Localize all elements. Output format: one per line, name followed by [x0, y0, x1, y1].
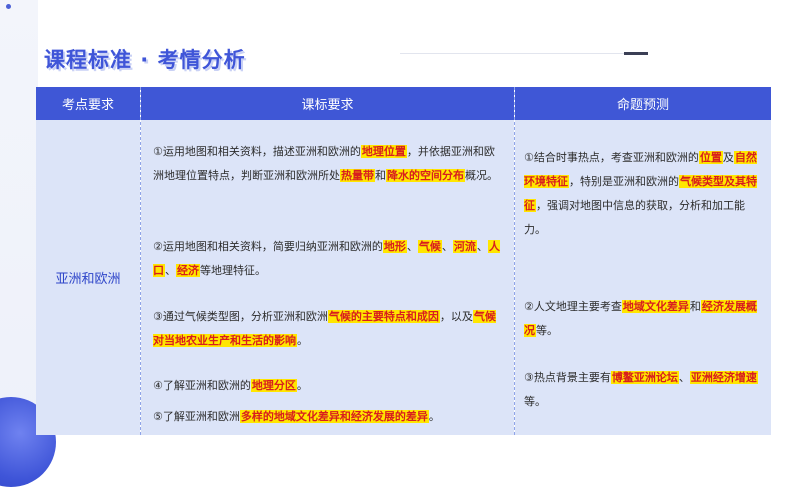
standard-2: ②运用地图和相关资料，简要归纳亚洲和欧洲的地形、气候、河流、人口、经济等地理特征… — [153, 235, 505, 283]
prediction-2-text: 和 — [689, 300, 701, 313]
curriculum-cell: ①运用地图和相关资料，描述亚洲和欧洲的地理位置，并依据亚洲和欧洲地理位置特点，判… — [141, 120, 514, 435]
region-label: 亚洲和欧洲 — [55, 272, 121, 287]
prediction-2-highlight: 地域文化差异 — [621, 300, 690, 313]
prediction-2-text: 等。 — [536, 324, 558, 337]
standard-1-highlight: 地理位置 — [360, 145, 407, 158]
region-cell: 亚洲和欧洲 — [36, 120, 140, 435]
header-prediction: 命题预测 — [515, 87, 771, 120]
standard-1-highlight: 热量带 — [340, 169, 375, 182]
standard-3-text: 。 — [297, 334, 308, 347]
standard-4: ④了解亚洲和欧洲的地理分区。 — [153, 374, 505, 398]
standard-2-highlight: 河流 — [452, 240, 477, 253]
standard-1-highlight: 降水的空间分布 — [386, 169, 465, 182]
prediction-3-highlight: 亚洲经济增速 — [689, 371, 758, 384]
prediction-1-highlight: 位置 — [698, 151, 723, 164]
header-curriculum-requirements: 课标要求 — [141, 87, 514, 120]
prediction-cell: ①结合时事热点，考查亚洲和欧洲的位置及自然环境特征，特别是亚洲和欧洲的气候类型及… — [515, 120, 771, 435]
standard-4-text: 。 — [296, 379, 308, 392]
prediction-3-highlight: 博鳌亚洲论坛 — [610, 371, 679, 384]
prediction-3-text: 等。 — [524, 395, 546, 408]
standard-2-text: 、 — [441, 240, 453, 253]
slide-title: 课程标准 · 考情分析 — [44, 48, 246, 72]
prediction-1-text: 及 — [722, 151, 734, 164]
standard-2-highlight: 经济 — [176, 264, 200, 277]
standard-5-text: ⑤了解亚洲和欧洲 — [153, 410, 240, 423]
standard-2-text: 等地理特征。 — [200, 264, 266, 277]
prediction-3-text: ③热点背景主要有 — [524, 371, 611, 384]
prediction-3: ③热点背景主要有博鳌亚洲论坛、亚洲经济增速等。 — [524, 366, 762, 414]
standard-2-text: 、 — [406, 240, 418, 253]
analysis-table: 考点要求 课标要求 命题预测 亚洲和欧洲 ①运用地图和相关资料，描述亚洲和欧洲的… — [36, 87, 771, 435]
column-divider — [140, 87, 141, 435]
title-decor-line — [400, 53, 640, 54]
prediction-2: ②人文地理主要考查地域文化差异和经济发展概况等。 — [524, 295, 762, 343]
standard-2-text: 、 — [165, 264, 176, 277]
prediction-3-text: 、 — [678, 371, 690, 384]
corner-dot — [6, 4, 11, 9]
prediction-2-text: ②人文地理主要考查 — [524, 300, 622, 313]
standard-5-text: 。 — [428, 410, 440, 423]
standard-3-text: ③通过气候类型图，分析亚洲和欧洲 — [153, 310, 328, 323]
prediction-1-text: ①结合时事热点，考查亚洲和欧洲的 — [524, 151, 699, 164]
standard-5: ⑤了解亚洲和欧洲多样的地域文化差异和经济发展的差异。 — [153, 405, 505, 429]
title-decor-dash — [624, 52, 648, 55]
standard-3-text: ，以及 — [439, 310, 473, 323]
standard-1-text: 和 — [375, 169, 386, 182]
column-divider — [514, 87, 515, 435]
standard-1-text: ①运用地图和相关资料，描述亚洲和欧洲的 — [153, 145, 361, 158]
header-exam-point: 考点要求 — [36, 87, 140, 120]
standard-2-highlight: 地形 — [382, 240, 407, 253]
standard-1-text: 概况。 — [465, 169, 498, 182]
standard-2-highlight: 气候 — [417, 240, 442, 253]
standard-4-highlight: 地理分区 — [250, 379, 297, 392]
standard-2-text: 、 — [476, 240, 488, 253]
prediction-1-text: ，特别是亚洲和欧洲的 — [569, 175, 679, 188]
left-decor-band — [0, 0, 38, 447]
prediction-1: ①结合时事热点，考查亚洲和欧洲的位置及自然环境特征，特别是亚洲和欧洲的气候类型及… — [524, 146, 762, 242]
standard-2-text: ②运用地图和相关资料，简要归纳亚洲和欧洲的 — [153, 240, 383, 253]
standard-5-highlight: 多样的地域文化差异和经济发展的差异 — [239, 410, 429, 423]
standard-3: ③通过气候类型图，分析亚洲和欧洲气候的主要特点和成因，以及气候对当地农业生产和生… — [153, 305, 505, 353]
standard-1: ①运用地图和相关资料，描述亚洲和欧洲的地理位置，并依据亚洲和欧洲地理位置特点，判… — [153, 140, 505, 188]
standard-4-text: ④了解亚洲和欧洲的 — [153, 379, 251, 392]
standard-3-highlight: 气候的主要特点和成因 — [327, 310, 440, 323]
prediction-1-text: ，强调对地图中信息的获取，分析和加工能力。 — [524, 199, 745, 236]
